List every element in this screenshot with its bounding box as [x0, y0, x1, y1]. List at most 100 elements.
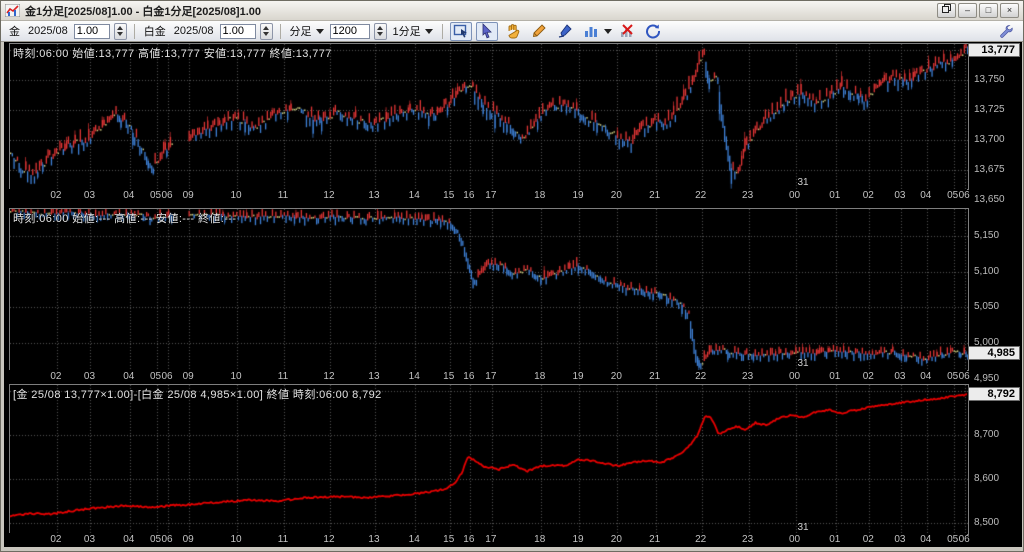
- reload-tool-button[interactable]: [642, 22, 664, 41]
- toolbar-separator: [442, 24, 443, 39]
- minimize-button[interactable]: –: [958, 3, 977, 18]
- platinum-multiplier-input[interactable]: [220, 24, 256, 39]
- time-tick-label: 00: [789, 190, 800, 201]
- marker-tool-button[interactable]: [554, 22, 576, 41]
- chevron-down-icon[interactable]: [604, 29, 612, 34]
- gold-time-axis: 0203040506091011121314151617181920212223…: [9, 189, 967, 202]
- platinum-contract-month: 2025/08: [174, 25, 214, 37]
- interval-label: 1分足: [393, 23, 421, 39]
- chart-style-tool-button[interactable]: [580, 22, 602, 41]
- time-tick-label: 17: [485, 190, 496, 201]
- time-tick-label: 03: [84, 371, 95, 382]
- platinum-multiplier-spinner[interactable]: [260, 23, 273, 40]
- time-tick-label: 13: [368, 534, 379, 545]
- time-tick-label: 14: [409, 371, 420, 382]
- time-tick-label: 05: [947, 371, 958, 382]
- time-tick-label: 15: [443, 190, 454, 201]
- time-tick-label: 20: [611, 534, 622, 545]
- time-tick-label: 23: [742, 371, 753, 382]
- time-tick-label: 19: [572, 534, 583, 545]
- price-axis-label: 13,750: [974, 74, 1005, 85]
- cursor-arrow-icon: [479, 23, 495, 39]
- time-tick-label: 16: [463, 371, 474, 382]
- app-chart-icon: [5, 4, 20, 17]
- marker-pen-icon: [557, 23, 573, 39]
- time-tick-label: 02: [863, 371, 874, 382]
- time-tick-label: 04: [920, 534, 931, 545]
- time-tick-label: 00: [789, 371, 800, 382]
- price-axis-label: 8,500: [974, 517, 999, 528]
- time-tick-label: 06: [959, 371, 970, 382]
- time-tick-label: 16: [463, 190, 474, 201]
- hand-icon: [505, 23, 521, 39]
- time-tick-label: 06: [162, 534, 173, 545]
- price-axis-label: 8,600: [974, 473, 999, 484]
- time-tick-label: 17: [485, 534, 496, 545]
- time-tick-label: 12: [323, 190, 334, 201]
- bar-type-dropdown[interactable]: 分足: [288, 23, 326, 39]
- window-title: 金1分足[2025/08]1.00 - 白金1分足[2025/08]1.00: [25, 3, 937, 19]
- cursor-tool-button[interactable]: [476, 22, 498, 41]
- maximize-button[interactable]: □: [979, 3, 998, 18]
- time-tick-label: 18: [534, 190, 545, 201]
- chevron-down-icon: [425, 29, 433, 34]
- chart-area: 時刻:06:00 始値:13,777 高値:13,777 安値:13,777 終…: [4, 42, 1022, 547]
- gold-price-axis: 13,75013,72513,70013,67513,650: [970, 43, 1022, 203]
- time-tick-label: 23: [742, 534, 753, 545]
- time-tick-label: 14: [409, 534, 420, 545]
- hand-tool-button[interactable]: [502, 22, 524, 41]
- time-tick-label: 09: [183, 534, 194, 545]
- time-tick-label: 11: [278, 190, 288, 201]
- gold-contract-month: 2025/08: [28, 25, 68, 37]
- platinum-symbol-label: 白金: [144, 23, 166, 39]
- time-tick-label: 01: [829, 534, 840, 545]
- gold-multiplier-input[interactable]: [74, 24, 110, 39]
- pencil-tool-button[interactable]: [528, 22, 550, 41]
- time-tick-label: 21: [649, 534, 660, 545]
- interval-dropdown[interactable]: 1分足: [391, 23, 435, 39]
- time-tick-label: 06: [162, 371, 173, 382]
- settings-wrench-button[interactable]: [995, 22, 1017, 41]
- delete-chart-icon: [619, 23, 635, 39]
- spread-time-axis: 0203040506091011121314151617181920212223…: [9, 533, 967, 546]
- time-tick-label: 12: [323, 534, 334, 545]
- reload-icon: [645, 23, 661, 39]
- gold-candlestick-plot[interactable]: [10, 44, 968, 189]
- price-axis-label: 5,050: [974, 301, 999, 312]
- time-tick-label: 18: [534, 534, 545, 545]
- close-button[interactable]: ×: [1000, 3, 1019, 18]
- delete-chart-tool-button[interactable]: [616, 22, 638, 41]
- time-tick-label: 03: [84, 534, 95, 545]
- time-tick-label: 03: [84, 190, 95, 201]
- toolbar-separator: [280, 24, 281, 39]
- time-tick-label: 15: [443, 534, 454, 545]
- gold-multiplier-spinner[interactable]: [114, 23, 127, 40]
- time-tick-label: 00: [789, 534, 800, 545]
- price-axis-label: 8,700: [974, 429, 999, 440]
- platinum-candlestick-plot[interactable]: [10, 209, 968, 370]
- gold-current-price-box: 13,777: [968, 43, 1020, 57]
- time-tick-label: 20: [611, 190, 622, 201]
- time-tick-label: 10: [230, 534, 241, 545]
- time-tick-label: 03: [894, 371, 905, 382]
- price-axis-label: 4,950: [974, 373, 999, 384]
- title-bar[interactable]: 金1分足[2025/08]1.00 - 白金1分足[2025/08]1.00 –…: [1, 1, 1023, 21]
- float-window-button[interactable]: [937, 3, 956, 18]
- time-tick-label: 01: [829, 371, 840, 382]
- time-tick-label: 06: [959, 190, 970, 201]
- time-tick-label: 02: [50, 190, 61, 201]
- select-chart-tool-button[interactable]: [450, 22, 472, 41]
- bar-type-label: 分足: [290, 23, 312, 39]
- time-tick-label: 04: [123, 371, 134, 382]
- app-window: 金1分足[2025/08]1.00 - 白金1分足[2025/08]1.00 –…: [0, 0, 1024, 552]
- time-tick-label: 05: [150, 371, 161, 382]
- spread-line-plot[interactable]: [10, 385, 968, 534]
- bar-count-input[interactable]: [330, 24, 370, 39]
- chevron-down-icon: [316, 29, 324, 34]
- price-axis-label: 5,100: [974, 266, 999, 277]
- time-tick-label: 06: [959, 534, 970, 545]
- time-tick-label: 04: [920, 371, 931, 382]
- pencil-icon: [531, 23, 547, 39]
- bar-count-spinner[interactable]: [374, 23, 387, 40]
- time-tick-label: 15: [443, 371, 454, 382]
